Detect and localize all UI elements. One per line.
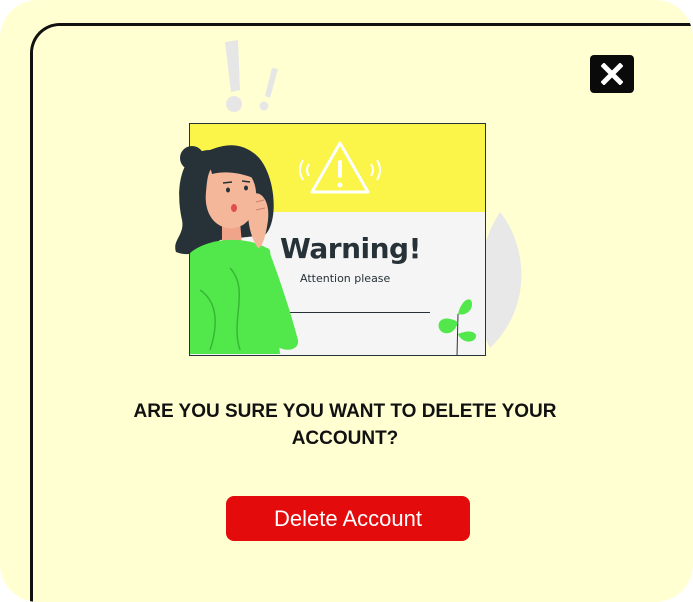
plant-icon	[438, 299, 477, 355]
worried-woman-illustration	[175, 145, 299, 354]
warning-illustration: Warning! Attention please	[170, 40, 530, 360]
confirmation-message: ARE YOU SURE YOU WANT TO DELETE YOUR ACC…	[133, 401, 557, 449]
delete-account-button[interactable]: Delete Account	[226, 496, 470, 541]
close-button[interactable]	[590, 55, 634, 93]
illustration-subheading: Attention please	[300, 272, 391, 285]
delete-account-dialog: Warning! Attention please ARE YOU SURE Y…	[0, 0, 693, 602]
close-icon	[601, 63, 623, 85]
exclamation-icon	[225, 40, 278, 112]
